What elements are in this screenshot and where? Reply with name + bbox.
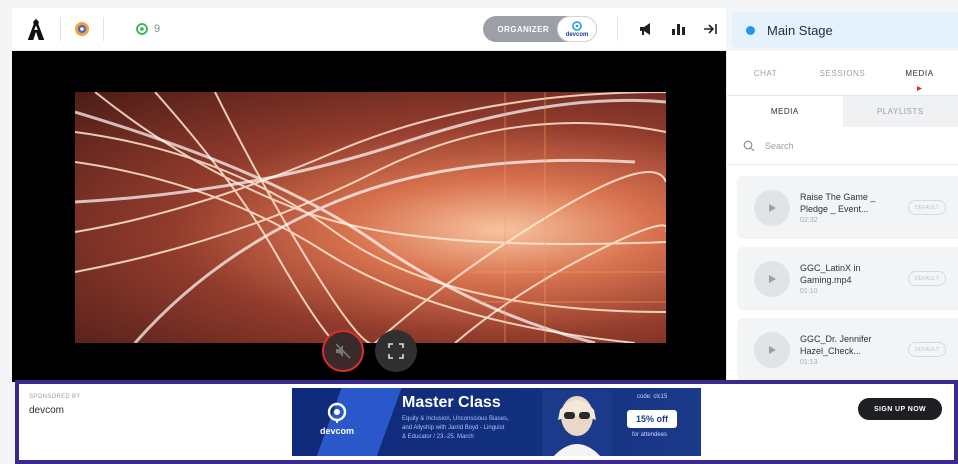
- item-duration: 02:32: [800, 217, 818, 224]
- organizer-badge-text: devcom: [565, 31, 589, 38]
- video-frame: [75, 92, 666, 343]
- play-button[interactable]: [754, 260, 790, 297]
- tab-sessions[interactable]: SESSIONS: [804, 51, 881, 95]
- fullscreen-button[interactable]: [375, 330, 417, 372]
- divider: [103, 17, 104, 41]
- item-meta: GGC_LatinX in Gaming.mp4 01:10: [800, 262, 898, 295]
- item-title-line1: GGC_LatinX in: [800, 263, 861, 273]
- play-button[interactable]: [754, 189, 790, 226]
- subtab-media[interactable]: MEDIA: [727, 96, 843, 127]
- item-duration: 01:10: [800, 288, 818, 295]
- organizer-badge: devcom: [557, 16, 597, 42]
- app-logo-icon[interactable]: [24, 15, 48, 43]
- main-stage-selector[interactable]: Main Stage: [732, 12, 958, 48]
- viewer-count-value: 9: [154, 23, 161, 35]
- divider: [617, 17, 618, 41]
- media-list: Raise The Game _ Pledge _ Event... 02:32…: [737, 176, 958, 389]
- organizer-toggle[interactable]: ORGANIZER devcom: [483, 16, 597, 42]
- offer-note: for attendees: [632, 432, 668, 438]
- eye-icon: [136, 23, 148, 35]
- list-item[interactable]: Raise The Game _ Pledge _ Event... 02:32…: [737, 176, 958, 239]
- ad-banner[interactable]: devcom Master Class Equity & Inclusion, …: [292, 388, 701, 456]
- tab-chat[interactable]: CHAT: [727, 51, 804, 95]
- speaker-photo: [542, 390, 612, 456]
- default-button[interactable]: DEFAULT: [908, 271, 946, 286]
- ad-logo: devcom: [320, 402, 354, 446]
- megaphone-icon[interactable]: [630, 15, 662, 43]
- sponsor-name: devcom: [29, 405, 65, 416]
- ad-brand: devcom: [320, 426, 355, 436]
- camera-icon[interactable]: [73, 20, 91, 38]
- stage-label: Main Stage: [767, 22, 833, 38]
- sponsored-by-label: SPONSORED BY: [29, 394, 81, 400]
- video-player[interactable]: [12, 51, 726, 382]
- organizer-label: ORGANIZER: [497, 24, 549, 34]
- item-title-line1: GGC_Dr. Jennifer: [800, 334, 872, 344]
- mute-icon: [335, 343, 351, 359]
- ad-description: Equity & Inclusion, Unconscious Biases, …: [402, 415, 562, 442]
- mute-button[interactable]: [322, 330, 364, 372]
- item-title-line1: Raise The Game _: [800, 192, 876, 202]
- video-content: [75, 92, 666, 343]
- play-button[interactable]: [754, 331, 790, 368]
- item-title-line2: Gaming.mp4: [800, 275, 852, 285]
- default-button[interactable]: DEFAULT: [908, 342, 946, 357]
- sponsor-banner: SPONSORED BY devcom devcom Master Class …: [15, 380, 958, 464]
- sign-up-button[interactable]: SIGN UP NOW: [858, 398, 942, 420]
- play-icon: [769, 203, 776, 212]
- collapse-panel-icon[interactable]: [694, 15, 726, 43]
- ad-desc-line3: & Educator / 23.-25. March: [402, 434, 474, 440]
- item-duration: 01:13: [800, 359, 818, 366]
- side-panel: CHAT SESSIONS MEDIA MEDIA PLAYLISTS Rais…: [726, 51, 958, 382]
- fullscreen-icon: [388, 343, 404, 359]
- offer-badge: 15% off: [627, 410, 677, 428]
- promo-code: code: clc15: [637, 394, 668, 400]
- item-meta: GGC_Dr. Jennifer Hazel_Check... 01:13: [800, 333, 898, 366]
- list-item[interactable]: GGC_LatinX in Gaming.mp4 01:10 DEFAULT: [737, 247, 958, 310]
- location-pin-icon: [327, 402, 347, 423]
- ad-desc-line2: and Allyship with Jarrid Boyd - Linguist: [402, 425, 505, 431]
- app-root: 9 ORGANIZER devcom Main Stage CHAT SESSI…: [0, 0, 958, 464]
- top-bar: 9 ORGANIZER devcom: [12, 8, 726, 51]
- poll-icon[interactable]: [662, 15, 694, 43]
- subtab-playlists[interactable]: PLAYLISTS: [842, 96, 958, 127]
- search-icon: [743, 140, 755, 151]
- search-input[interactable]: [765, 140, 935, 151]
- divider: [60, 17, 61, 41]
- list-item[interactable]: GGC_Dr. Jennifer Hazel_Check... 01:13 DE…: [737, 318, 958, 381]
- panel-tabs: CHAT SESSIONS MEDIA: [727, 51, 958, 96]
- item-meta: Raise The Game _ Pledge _ Event... 02:32: [800, 191, 898, 224]
- default-button[interactable]: DEFAULT: [908, 200, 946, 215]
- item-title-line2: Hazel_Check...: [800, 346, 862, 356]
- ad-desc-line1: Equity & Inclusion, Unconscious Biases,: [402, 416, 509, 422]
- play-icon: [769, 345, 776, 354]
- play-icon: [769, 274, 776, 283]
- ad-headline: Master Class: [402, 394, 501, 411]
- live-dot: [746, 25, 755, 35]
- media-subtabs: MEDIA PLAYLISTS: [727, 96, 958, 127]
- item-title-line2: Pledge _ Event...: [800, 204, 869, 214]
- media-search: [727, 127, 958, 165]
- tab-media[interactable]: MEDIA: [881, 51, 958, 95]
- viewer-count: 9: [136, 23, 160, 35]
